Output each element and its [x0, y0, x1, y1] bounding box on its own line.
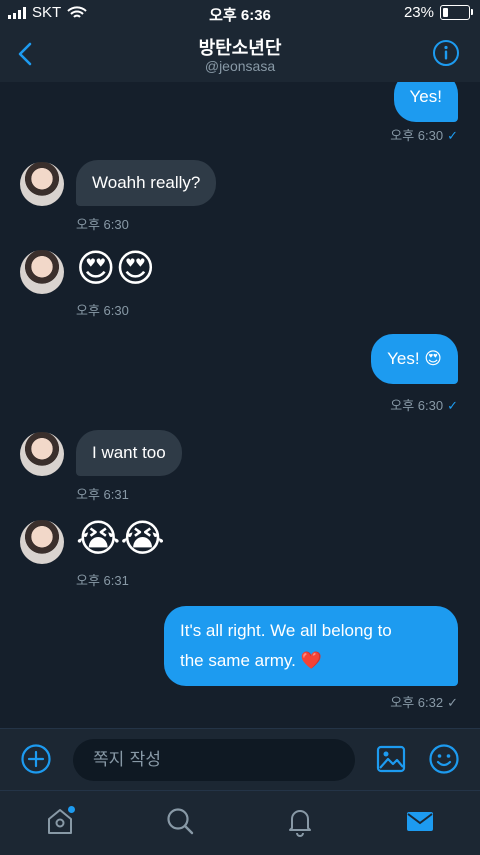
info-icon[interactable] [432, 39, 460, 67]
message-timestamp: 오후 6:30 [76, 217, 129, 232]
message-bubble-outgoing[interactable]: Yes! 😍 [371, 334, 458, 384]
avatar[interactable] [20, 432, 64, 476]
message-timestamp: 오후 6:31 [76, 487, 129, 502]
read-check-icon: ✓ [447, 398, 458, 413]
message-line: It's all right. We all belong to [180, 621, 392, 640]
message-timestamp: 오후 6:31 [76, 573, 129, 588]
message-line: the same army. [180, 651, 296, 670]
mail-icon [407, 812, 433, 831]
timestamp-text: 오후 6:30 [390, 398, 444, 413]
search-icon [167, 808, 194, 835]
battery-percent: 23% [403, 4, 434, 21]
emoji-message[interactable]: 😭😭 [76, 516, 165, 561]
message-input[interactable]: 쪽지 작성 [73, 739, 355, 781]
message-line-last: the same army. ❤️ [180, 646, 442, 676]
tab-notifications[interactable] [284, 805, 316, 837]
heart-emoji: ❤️ [300, 651, 322, 670]
emoji-message[interactable]: 😍😍 [76, 246, 155, 291]
new-tweets-dot [68, 806, 75, 813]
message-composer: 쪽지 작성 [0, 728, 480, 791]
message-bubble-outgoing[interactable]: It's all right. We all belong to the sam… [164, 606, 458, 686]
emoji-icon[interactable] [428, 743, 460, 775]
conversation-handle: @jeonsasa [204, 58, 276, 74]
timestamp-text: 오후 6:30 [390, 128, 444, 143]
read-check-icon: ✓ [447, 128, 458, 143]
message-bubble-outgoing[interactable]: Yes! [393, 82, 458, 122]
tab-home[interactable] [44, 805, 76, 837]
conversation-header: 방탄소년단 @jeonsasa [0, 26, 480, 82]
image-icon[interactable] [375, 743, 407, 775]
message-list[interactable]: Yes! 오후 6:30 ✓ Woahh really? 오후 6:30 😍😍 오… [0, 82, 480, 728]
avatar[interactable] [20, 250, 64, 294]
tab-messages[interactable] [404, 805, 436, 837]
message-timestamp: 오후 6:30 ✓ [390, 395, 458, 414]
message-timestamp: 오후 6:32 ✓ [390, 692, 458, 711]
message-bubble-incoming[interactable]: I want too [76, 430, 182, 476]
tab-bar [0, 790, 480, 855]
battery-level [443, 8, 448, 17]
status-bar: SKT 오후 6:36 23% [0, 0, 480, 26]
bell-icon [289, 810, 311, 837]
message-timestamp: 오후 6:30 [76, 303, 129, 318]
sent-check-icon: ✓ [447, 695, 458, 710]
add-icon[interactable] [20, 743, 52, 775]
message-bubble-incoming[interactable]: Woahh really? [76, 160, 217, 206]
message-timestamp: 오후 6:30 ✓ [390, 125, 458, 144]
timestamp-text: 오후 6:32 [390, 695, 444, 710]
tab-search[interactable] [164, 805, 196, 837]
battery-icon [440, 5, 473, 20]
avatar[interactable] [20, 520, 64, 564]
conversation-title: 방탄소년단 [198, 38, 282, 58]
avatar[interactable] [20, 162, 64, 206]
